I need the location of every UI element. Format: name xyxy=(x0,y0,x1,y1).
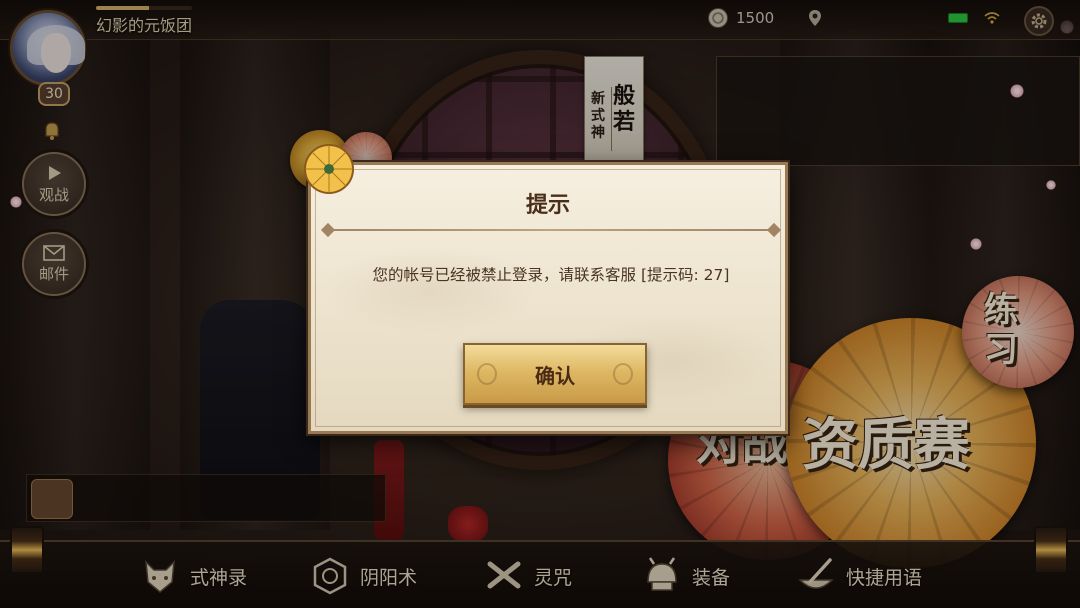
dialog-divider xyxy=(327,229,775,231)
confirm-button[interactable]: 确认 xyxy=(463,343,647,405)
dialog-message: 您的帐号已经被禁止登录，请联系客服 [提示码: 27] xyxy=(372,266,730,284)
dialog-title: 提示 xyxy=(525,192,570,218)
confirm-label: 确认 xyxy=(535,363,575,388)
button-swirl xyxy=(477,363,497,385)
ban-notice-dialog: 提示 您的帐号已经被禁止登录，请联系客服 [提示码: 27] 确认 xyxy=(304,144,788,434)
cloud-pattern xyxy=(321,245,541,335)
button-swirl xyxy=(613,363,633,385)
